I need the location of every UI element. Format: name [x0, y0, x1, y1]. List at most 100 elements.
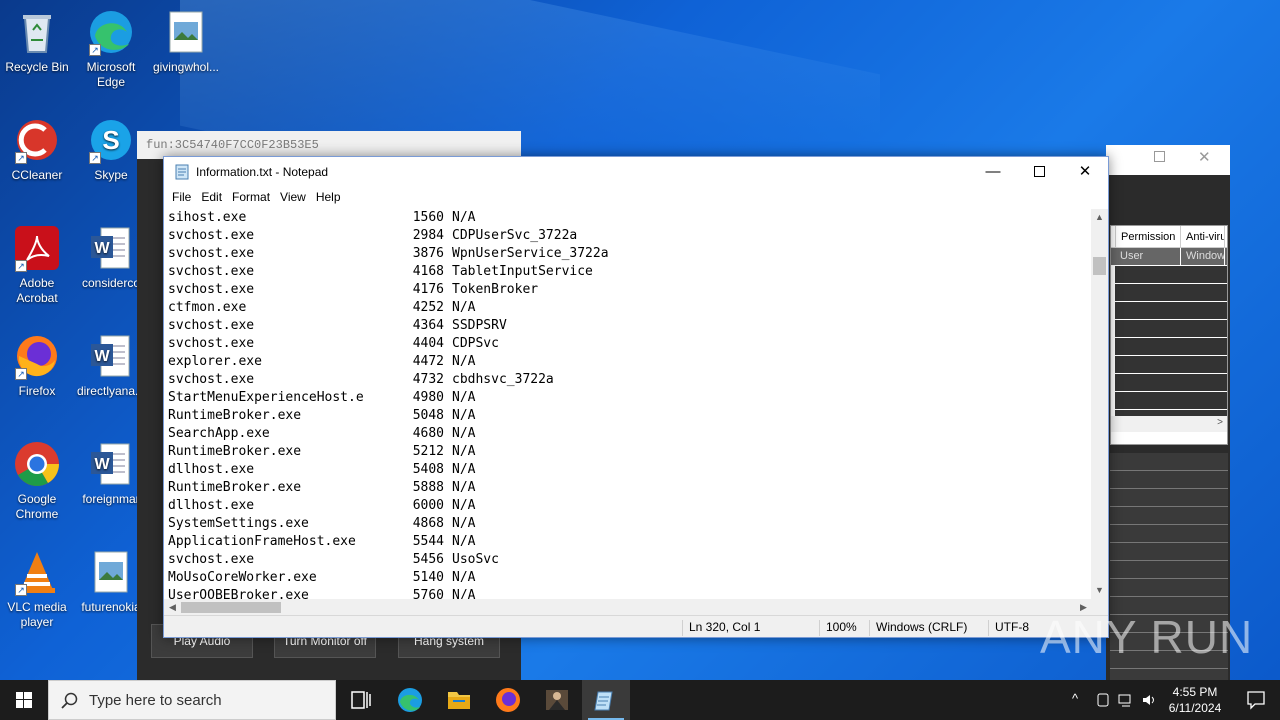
desktop-icon-ccleaner[interactable]: ↗ CCleaner [0, 116, 75, 183]
text-line[interactable]: svchost.exe 2984 CDPUserSvc_3722a [168, 227, 1092, 245]
svg-text:W: W [94, 456, 110, 473]
menu-format[interactable]: Format [227, 187, 275, 209]
text-line[interactable]: dllhost.exe 5408 N/A [168, 461, 1092, 479]
column-header[interactable]: Anti-viru [1181, 226, 1225, 247]
zoom-level: 100% [819, 620, 857, 636]
minimize-icon[interactable]: — [970, 157, 1016, 187]
text-line[interactable]: SystemSettings.exe 4868 N/A [168, 515, 1092, 533]
process-name: RuntimeBroker.exe [168, 444, 302, 459]
app-icon [546, 690, 568, 710]
start-button[interactable] [0, 680, 48, 720]
process-id: 5408 [412, 462, 444, 477]
menu-bar: File Edit Format View Help [164, 187, 1108, 209]
task-view-button[interactable] [336, 680, 384, 720]
table-cell: Window [1181, 248, 1225, 265]
text-line[interactable]: ApplicationFrameHost.exe 5544 N/A [168, 533, 1092, 551]
desktop-icon-adobe-acrobat[interactable]: ↗ Adobe Acrobat [0, 224, 75, 306]
column-header[interactable]: Permission [1115, 226, 1181, 247]
horizontal-scrollbar[interactable]: > [1111, 416, 1227, 432]
text-line[interactable]: UserOOBEBroker.exe 5760 N/A [168, 587, 1092, 599]
menu-file[interactable]: File [167, 187, 196, 209]
taskbar-search-box[interactable]: Type here to search [48, 680, 336, 720]
scroll-up-icon[interactable]: ▲ [1091, 209, 1108, 226]
taskbar-firefox[interactable] [484, 680, 532, 720]
desktop-icon-label: Recycle Bin [5, 60, 69, 74]
taskbar-app[interactable] [533, 680, 581, 720]
maximize-icon[interactable] [1016, 157, 1062, 187]
text-line[interactable]: sihost.exe 1560 N/A [168, 209, 1092, 227]
scroll-thumb[interactable] [1093, 257, 1106, 275]
service-name: SSDPSRV [452, 318, 507, 333]
text-line[interactable]: SearchApp.exe 4680 N/A [168, 425, 1092, 443]
text-line[interactable]: dllhost.exe 6000 N/A [168, 497, 1092, 515]
taskbar-notepad[interactable] [582, 680, 630, 720]
notepad-window[interactable]: Information.txt - Notepad — ✕ File Edit … [163, 156, 1109, 638]
text-line[interactable]: MoUsoCoreWorker.exe 5140 N/A [168, 569, 1092, 587]
shortcut-arrow-icon: ↗ [15, 368, 27, 380]
background-table-window[interactable]: ✕ Permission Anti-viru User Window > [1106, 145, 1230, 680]
vertical-scrollbar[interactable]: ▲ ▼ [1091, 209, 1108, 599]
process-name: svchost.exe [168, 282, 255, 297]
scroll-thumb[interactable] [181, 602, 281, 613]
notification-center-button[interactable] [1232, 680, 1280, 720]
text-line[interactable]: RuntimeBroker.exe 5048 N/A [168, 407, 1092, 425]
menu-edit[interactable]: Edit [196, 187, 227, 209]
text-content[interactable]: sihost.exe 1560 N/A svchost.exe 2984 CDPUserS… [164, 209, 1092, 599]
edge-icon [398, 688, 422, 712]
maximize-icon[interactable] [1154, 151, 1165, 162]
word-document-icon: W [87, 332, 135, 380]
process-name: svchost.exe [168, 246, 255, 261]
action-bar: Play Audio Turn Monitor off Hang system [137, 624, 521, 680]
process-id: 4980 [412, 390, 444, 405]
text-line[interactable]: RuntimeBroker.exe 5212 N/A [168, 443, 1092, 461]
process-id: 4168 [412, 264, 444, 279]
volume-icon[interactable] [1141, 692, 1157, 708]
desktop-icon-vlc[interactable]: ↗ VLC media player [0, 548, 75, 630]
close-icon[interactable]: ✕ [1198, 148, 1211, 166]
menu-help[interactable]: Help [311, 187, 346, 209]
taskbar-file-explorer[interactable] [435, 680, 483, 720]
taskbar-clock[interactable]: 4:55 PM 6/11/2024 [1160, 684, 1230, 716]
notepad-titlebar[interactable]: Information.txt - Notepad — ✕ [164, 157, 1108, 187]
text-line[interactable]: ctfmon.exe 4252 N/A [168, 299, 1092, 317]
text-line[interactable]: explorer.exe 4472 N/A [168, 353, 1092, 371]
skype-icon: S ↗ [87, 116, 135, 164]
menu-view[interactable]: View [275, 187, 311, 209]
horizontal-scrollbar[interactable]: ◀ ▶ [164, 599, 1092, 616]
process-id: 5544 [412, 534, 444, 549]
device-icon[interactable] [1096, 692, 1110, 708]
chevron-up-icon[interactable]: ^ [1072, 691, 1078, 706]
text-line[interactable]: StartMenuExperienceHost.e 4980 N/A [168, 389, 1092, 407]
table-row[interactable]: User Window [1111, 248, 1227, 266]
clock-time: 4:55 PM [1172, 685, 1218, 699]
close-icon[interactable]: ✕ [1062, 157, 1108, 187]
service-name: N/A [452, 534, 476, 549]
network-icon[interactable] [1118, 692, 1134, 708]
desktop-icon-givingwhol[interactable]: givingwhol... [148, 8, 224, 75]
service-name: N/A [452, 516, 476, 531]
line-ending: Windows (CRLF) [869, 620, 967, 636]
task-view-icon [351, 691, 371, 709]
desktop-icon-microsoft-edge[interactable]: ↗ Microsoft Edge [73, 8, 149, 90]
text-line[interactable]: svchost.exe 5456 UsoSvc [168, 551, 1092, 569]
svg-text:W: W [94, 348, 110, 365]
process-id: 5048 [412, 408, 444, 423]
text-line[interactable]: svchost.exe 3876 WpnUserService_3722a [168, 245, 1092, 263]
process-name: RuntimeBroker.exe [168, 480, 302, 495]
text-line[interactable]: svchost.exe 4404 CDPSvc [168, 335, 1092, 353]
text-line[interactable]: svchost.exe 4732 cbdhsvc_3722a [168, 371, 1092, 389]
desktop-icon-firefox[interactable]: ↗ Firefox [0, 332, 75, 399]
taskbar-edge[interactable] [386, 680, 434, 720]
scroll-left-icon[interactable]: ◀ [164, 599, 181, 616]
text-line[interactable]: svchost.exe 4364 SSDPSRV [168, 317, 1092, 335]
text-line[interactable]: svchost.exe 4176 TokenBroker [168, 281, 1092, 299]
scroll-right-icon[interactable]: > [1217, 417, 1223, 428]
text-line[interactable]: svchost.exe 4168 TabletInputService [168, 263, 1092, 281]
service-name: N/A [452, 444, 476, 459]
text-line[interactable]: RuntimeBroker.exe 5888 N/A [168, 479, 1092, 497]
desktop-icon-recycle-bin[interactable]: Recycle Bin [0, 8, 75, 75]
desktop-icon-google-chrome[interactable]: Google Chrome [0, 440, 75, 522]
text-editor[interactable]: sihost.exe 1560 N/A svchost.exe 2984 CDPUserS… [164, 209, 1092, 599]
scroll-down-icon[interactable]: ▼ [1091, 582, 1108, 599]
vlc-icon: ↗ [13, 548, 61, 596]
